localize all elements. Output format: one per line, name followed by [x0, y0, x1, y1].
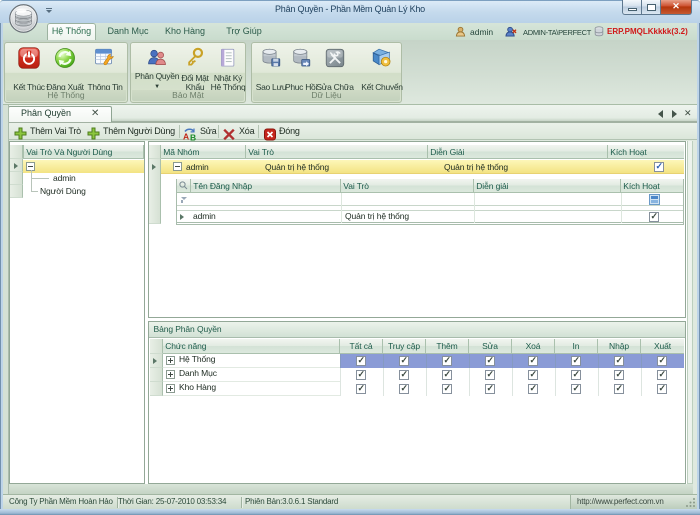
- svg-text:A: A: [183, 132, 189, 142]
